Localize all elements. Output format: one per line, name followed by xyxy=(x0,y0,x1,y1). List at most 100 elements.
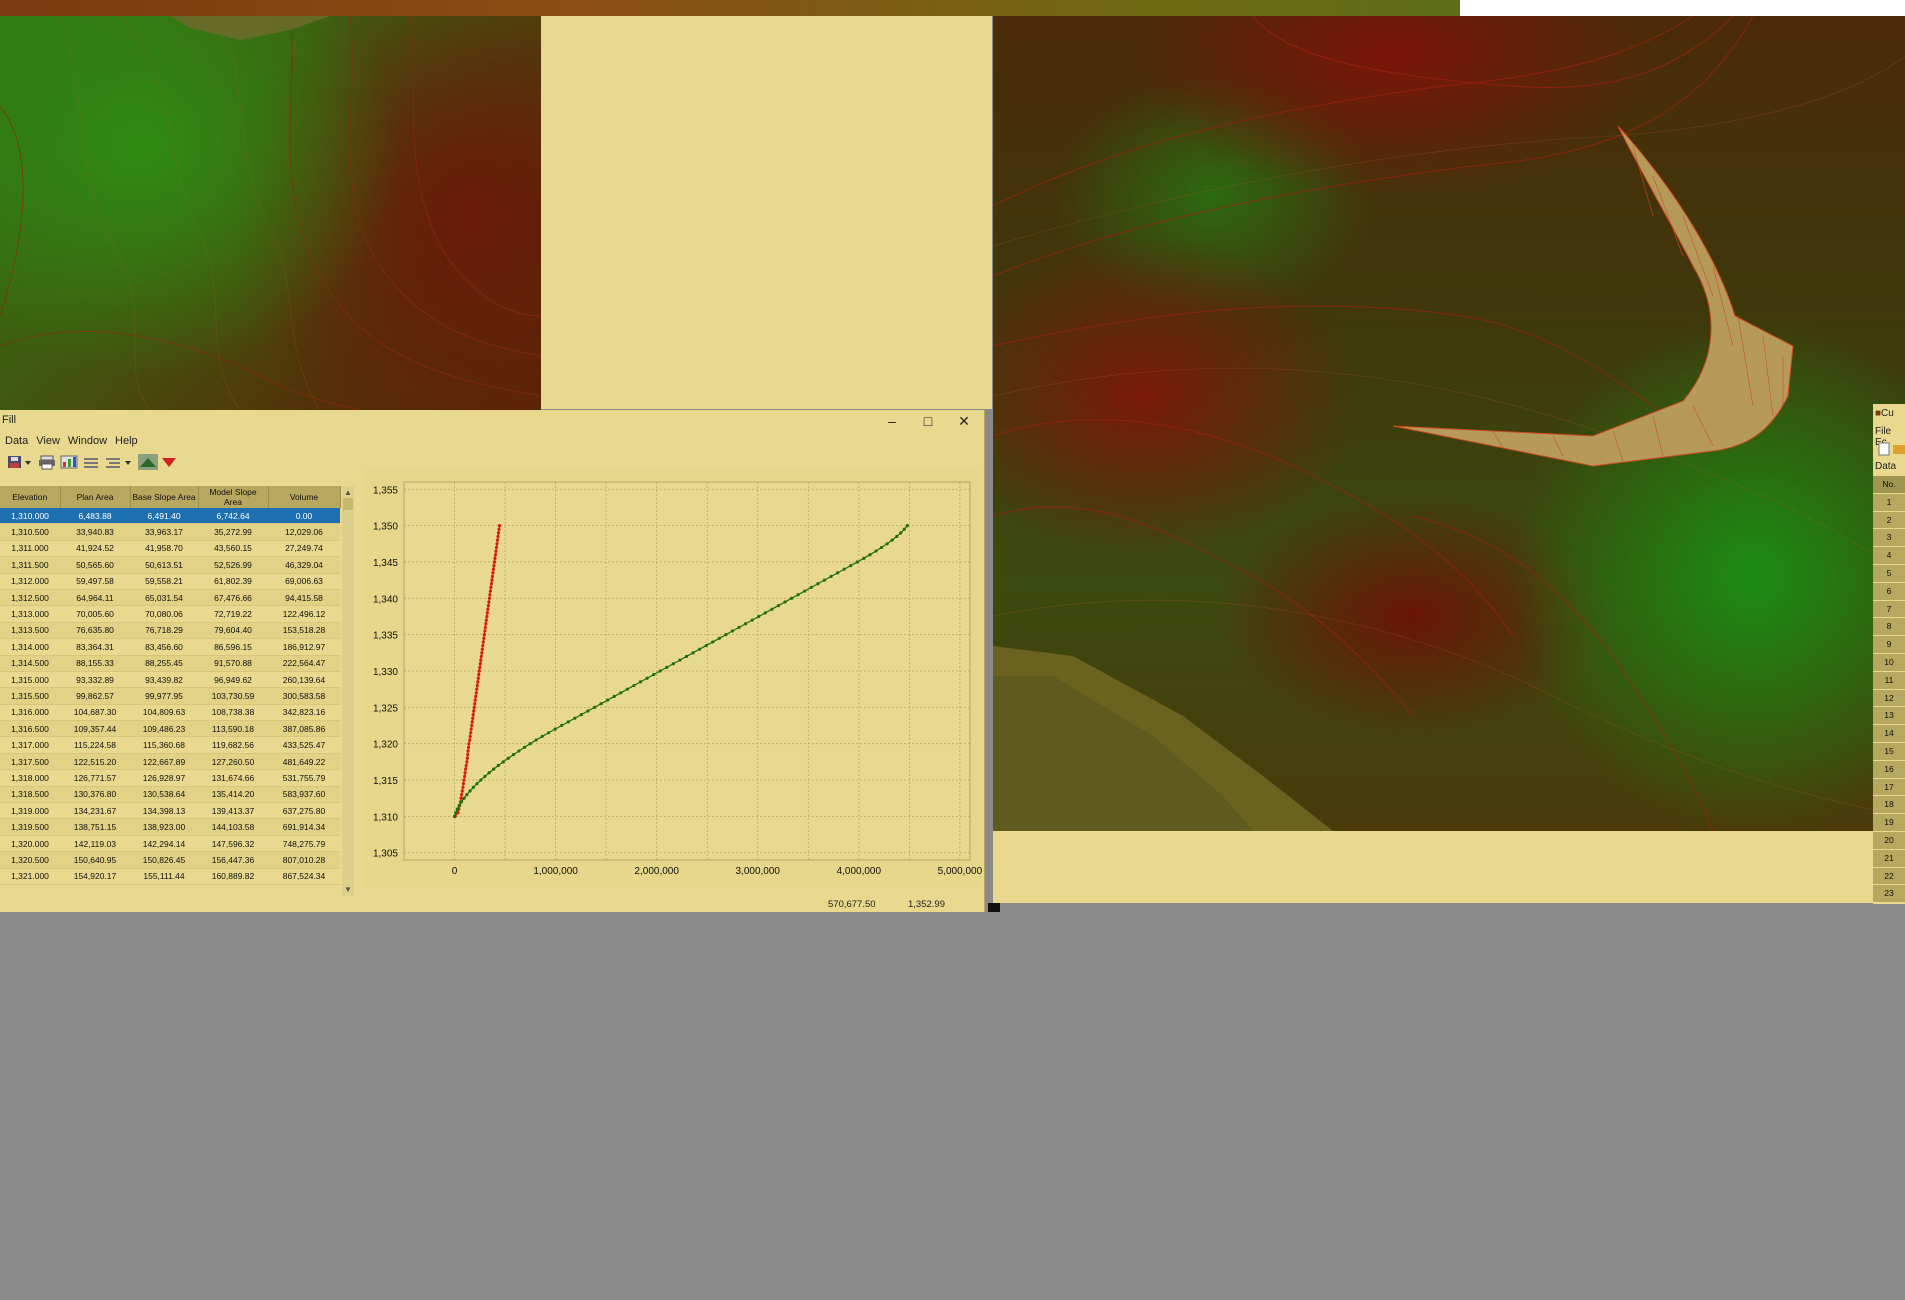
col-elevation[interactable]: Elevation xyxy=(0,486,61,508)
cu-row-number[interactable]: 9 xyxy=(1873,636,1905,654)
menu-help[interactable]: Help xyxy=(110,432,141,447)
table-cell[interactable]: 433,525.47 xyxy=(268,736,340,754)
table-cell[interactable]: 104,809.63 xyxy=(130,704,198,722)
table-cell[interactable]: 1,312.000 xyxy=(0,573,60,590)
cu-row-number[interactable]: 13 xyxy=(1873,707,1905,726)
table-cell[interactable]: 222,564.47 xyxy=(268,655,340,672)
table-cell[interactable]: 150,826.45 xyxy=(130,851,198,869)
table-cell[interactable]: 99,977.95 xyxy=(130,687,198,705)
table-row[interactable]: 1,315.000 93,332.89 93,439.82 96,949.62 260,… xyxy=(0,671,340,689)
table-cell[interactable]: 83,456.60 xyxy=(130,638,198,656)
table-cell[interactable]: 50,565.60 xyxy=(60,556,130,574)
table-cell[interactable]: 147,596.32 xyxy=(198,835,268,853)
table-cell[interactable]: 104,687.30 xyxy=(60,704,130,722)
cu-row-number[interactable]: 15 xyxy=(1873,742,1905,761)
table-row[interactable]: 1,310.500 33,940.83 33,963.17 35,272.99 12,0… xyxy=(0,523,340,541)
table-cell[interactable]: 99,862.57 xyxy=(60,687,130,705)
table-cell[interactable]: 637,275.80 xyxy=(268,802,340,820)
cu-row-number[interactable]: 4 xyxy=(1873,547,1905,565)
cu-row-number[interactable]: 23 xyxy=(1873,885,1905,904)
table-cell[interactable]: 142,294.14 xyxy=(130,835,198,853)
cu-row-number[interactable]: 20 xyxy=(1873,831,1905,850)
terrain-view-right[interactable] xyxy=(993,16,1905,831)
table-row[interactable]: 1,317.000 115,224.58 115,360.68 119,682.56 4… xyxy=(0,736,340,754)
elevation-volume-chart[interactable]: 1,305 1,310 1,315 1,320 1,325 1,330 1,335 1,340… xyxy=(362,470,983,888)
table-cell[interactable]: 33,940.83 xyxy=(60,523,130,541)
table-cell[interactable]: 103,730.59 xyxy=(198,687,268,705)
table-cell[interactable]: 1,310.500 xyxy=(0,523,60,541)
menu-window[interactable]: Window xyxy=(63,432,110,447)
cu-row-number[interactable]: 22 xyxy=(1873,867,1905,886)
table-cell[interactable]: 142,119.03 xyxy=(60,835,130,853)
table-cell[interactable]: 126,928.97 xyxy=(130,769,198,787)
table-cell[interactable]: 150,640.95 xyxy=(60,851,130,869)
cu-row-number[interactable]: 6 xyxy=(1873,582,1905,601)
scroll-up-icon[interactable]: ▲ xyxy=(344,488,352,497)
table-cell[interactable]: 72,719.22 xyxy=(198,605,268,623)
table-cell[interactable]: 387,085.86 xyxy=(268,720,340,738)
cu-row-number[interactable]: 14 xyxy=(1873,725,1905,743)
table-cell[interactable]: 260,139.64 xyxy=(268,671,340,689)
table-cell[interactable]: 138,923.00 xyxy=(130,818,198,836)
table-cell[interactable]: 43,560.15 xyxy=(198,540,268,558)
table-cell[interactable]: 52,526.99 xyxy=(198,556,268,574)
table-cell[interactable]: 119,682.56 xyxy=(198,736,268,754)
cu-row-number[interactable]: 8 xyxy=(1873,618,1905,637)
cu-row-number[interactable]: 11 xyxy=(1873,671,1905,690)
table-cell[interactable]: 130,538.64 xyxy=(130,786,198,804)
cu-row-number[interactable]: 19 xyxy=(1873,814,1905,832)
table-row[interactable]: 1,318.000 126,771.57 126,928.97 131,674.66 5… xyxy=(0,769,340,787)
table-cell[interactable]: 1,310.000 xyxy=(0,508,60,525)
table-cell[interactable]: 59,558.21 xyxy=(130,573,198,590)
table-cell[interactable]: 12,029.06 xyxy=(268,523,340,541)
table-cell[interactable]: 1,314.500 xyxy=(0,655,60,672)
table-cell[interactable]: 1,317.500 xyxy=(0,753,60,771)
scroll-down-icon[interactable]: ▼ xyxy=(344,885,352,894)
table-cell[interactable]: 67,476.66 xyxy=(198,589,268,607)
table-cell[interactable]: 1,313.500 xyxy=(0,622,60,640)
table-cell[interactable]: 70,005.60 xyxy=(60,605,130,623)
table-cell[interactable]: 1,320.500 xyxy=(0,851,60,869)
new-file-icon[interactable] xyxy=(1877,442,1891,456)
table-cell[interactable]: 65,031.54 xyxy=(130,589,198,607)
terrain-view-left[interactable] xyxy=(0,16,541,410)
print-icon[interactable] xyxy=(38,454,56,470)
insert-dropdown-icon[interactable] xyxy=(124,460,132,466)
table-cell[interactable]: 134,231.67 xyxy=(60,802,130,820)
table-cell[interactable]: 153,518.28 xyxy=(268,622,340,640)
table-cell[interactable]: 61,802.39 xyxy=(198,573,268,590)
minimize-button[interactable]: – xyxy=(877,412,907,430)
table-row[interactable]: 1,321.000 154,920.17 155,111.44 160,889.82 8… xyxy=(0,868,340,885)
table-cell[interactable]: 126,771.57 xyxy=(60,769,130,787)
table-cell[interactable]: 154,920.17 xyxy=(60,868,130,885)
cu-window[interactable]: ■Cu File Ec Data No. 1234567891011121314… xyxy=(1873,404,1905,904)
table-row[interactable]: 1,319.500 138,751.15 138,923.00 144,103.58 6… xyxy=(0,818,340,836)
table-cell[interactable]: 0.00 xyxy=(268,508,340,525)
table-cell[interactable]: 59,497.58 xyxy=(60,573,130,590)
table-cell[interactable]: 1,318.500 xyxy=(0,786,60,804)
cut-icon[interactable] xyxy=(160,454,178,470)
table-cell[interactable]: 109,486.23 xyxy=(130,720,198,738)
col-base-slope-area[interactable]: Base Slope Area xyxy=(130,486,199,508)
table-cell[interactable]: 86,596.15 xyxy=(198,638,268,656)
table-cell[interactable]: 1,311.500 xyxy=(0,556,60,574)
table-cell[interactable]: 64,964.11 xyxy=(60,589,130,607)
table-row[interactable]: 1,312.500 64,964.11 65,031.54 67,476.66 94,4… xyxy=(0,589,340,607)
table-cell[interactable]: 115,360.68 xyxy=(130,736,198,754)
col-plan-area[interactable]: Plan Area xyxy=(60,486,131,508)
table-row[interactable]: 1,312.000 59,497.58 59,558.21 61,802.39 69,0… xyxy=(0,573,340,590)
cu-row-number[interactable]: 18 xyxy=(1873,796,1905,815)
table-cell[interactable]: 1,315.500 xyxy=(0,687,60,705)
table-cell[interactable]: 691,914.34 xyxy=(268,818,340,836)
cu-menu-file[interactable]: File xyxy=(1875,426,1891,437)
table-cell[interactable]: 91,570.88 xyxy=(198,655,268,672)
table-cell[interactable]: 139,413.37 xyxy=(198,802,268,820)
table-cell[interactable]: 79,604.40 xyxy=(198,622,268,640)
table-cell[interactable]: 1,320.000 xyxy=(0,835,60,853)
table-cell[interactable]: 122,667.89 xyxy=(130,753,198,771)
table-cell[interactable]: 93,439.82 xyxy=(130,671,198,689)
table-cell[interactable]: 50,613.51 xyxy=(130,556,198,574)
table-row[interactable]: 1,317.500 122,515.20 122,667.89 127,260.50 4… xyxy=(0,753,340,771)
table-cell[interactable]: 531,755.79 xyxy=(268,769,340,787)
table-cell[interactable]: 160,889.82 xyxy=(198,868,268,885)
